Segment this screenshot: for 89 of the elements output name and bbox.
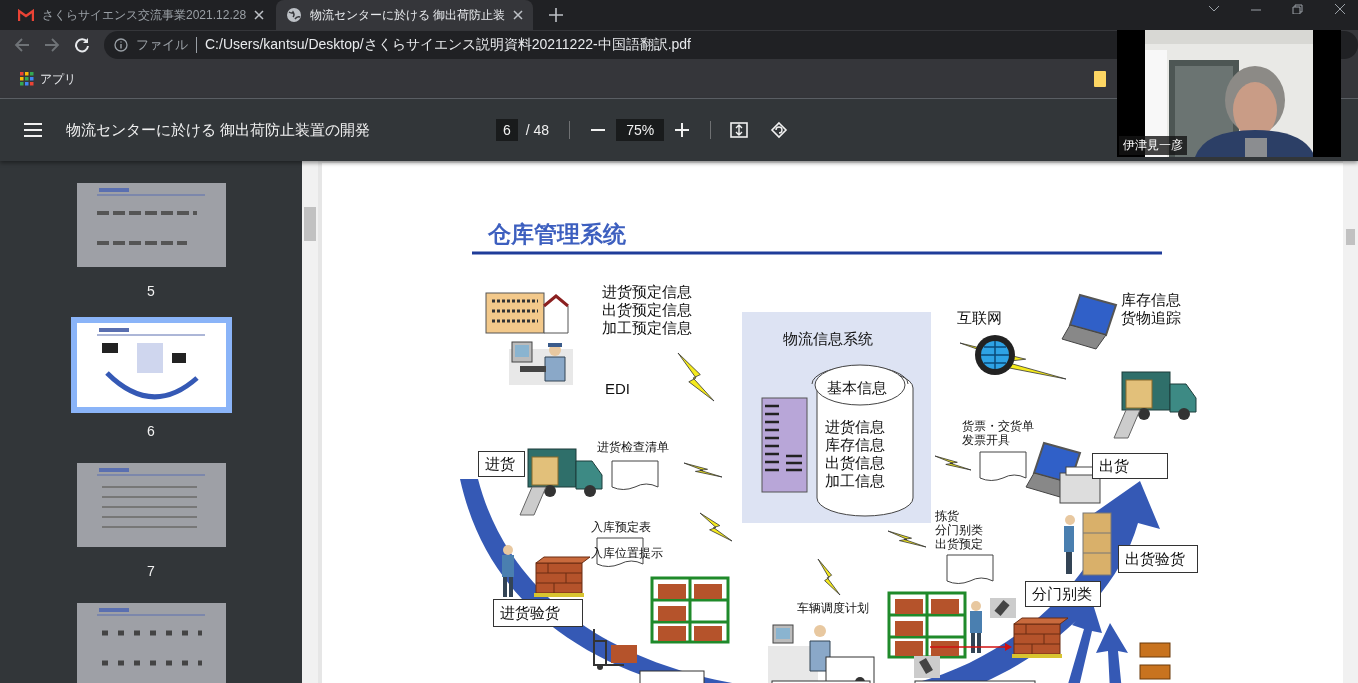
building-icon (485, 292, 569, 334)
server-icon (761, 397, 808, 493)
diagram-label: 进货信息 (825, 418, 885, 436)
diagram-label: 分门别类 (935, 523, 983, 537)
diagram-label: 车辆调度计划 (797, 601, 869, 615)
worker-icon (970, 601, 982, 653)
diagram-label: 库存信息 (1121, 291, 1181, 309)
up-arrow (1096, 623, 1128, 683)
document-icon (611, 460, 659, 490)
scanner-photo-icon (914, 656, 940, 678)
diagram-label: 加工预定信息 (602, 319, 692, 337)
globe-icon (286, 7, 303, 23)
page-label: 6 (147, 423, 155, 439)
tab-title: 物流センターに於ける 御出荷防止装 (310, 6, 506, 24)
forward-icon[interactable] (44, 37, 60, 53)
page-number-field[interactable]: 6 (496, 119, 518, 141)
reload-icon[interactable] (74, 37, 90, 53)
browser-tab[interactable]: 物流センターに於ける 御出荷防止装 (276, 0, 534, 30)
boxes-icon (1139, 642, 1171, 680)
pointer-arrow-icon (929, 643, 1012, 651)
zoom-field[interactable]: 75% (616, 119, 665, 141)
mail-icon (18, 9, 34, 21)
page-thumbnail[interactable] (76, 183, 226, 267)
diagram-label-box: 进货验货 (493, 599, 583, 627)
diagram-label: 进货预定信息 (602, 283, 692, 301)
diagram-label: 基本信息 (827, 379, 887, 397)
printer-icon (1059, 466, 1101, 504)
diagram-label: EDI (605, 380, 630, 398)
scrollbar-thumb[interactable] (1346, 229, 1355, 245)
diagram-label: 物流信息系统 (783, 330, 873, 348)
diagram-label: 入库预定表 (591, 520, 651, 534)
page-thumbnail[interactable] (76, 323, 226, 407)
globe-icon (975, 335, 1015, 375)
diagram-label: 互联网 (957, 309, 1002, 327)
apps-bookmark[interactable]: アプリ (20, 70, 76, 88)
back-icon[interactable] (14, 37, 30, 53)
diagram-label-box: 分门别类 (1025, 581, 1101, 607)
chevron-down-icon[interactable] (1208, 4, 1220, 14)
lightning-icon (677, 352, 715, 402)
worker-icon (502, 545, 514, 597)
thumbnail-frame[interactable] (70, 317, 232, 413)
new-tab-icon[interactable] (549, 8, 564, 22)
diagram-label: 库存信息 (825, 436, 885, 454)
truck-icon (1113, 371, 1197, 439)
tab-title: さくらサイエンス交流事業2021.12.28 (42, 6, 247, 24)
document-title: 物流センターに於ける 御出荷防止装置の開発 (66, 120, 372, 140)
diagram-label: 发票开具 (962, 433, 1010, 447)
diagram-label-box: 进货 (478, 451, 525, 477)
close-icon[interactable] (1334, 4, 1346, 14)
diagram-label: 货票・交货单 (962, 419, 1034, 433)
page-label: 5 (147, 283, 155, 299)
page-count: / 48 (525, 122, 550, 138)
diagram-label: 出货预定信息 (602, 301, 692, 319)
restore-icon[interactable] (1292, 4, 1304, 14)
diagram-label: 出货信息 (825, 454, 885, 472)
diagram-label: 入库位置提示 (591, 546, 663, 560)
close-icon[interactable] (254, 10, 265, 20)
url-text: C:/Users/kantsu/Desktop/さくらサイエンス説明資料20211222-中国語翻訳.pdf (205, 36, 691, 54)
laptop-icon (1061, 293, 1118, 350)
close-icon[interactable] (513, 10, 524, 20)
diagram-label-box: 出货验货 (1118, 545, 1198, 573)
scheme-label: ファイル (136, 36, 188, 54)
lightning-icon (934, 455, 972, 471)
page-thumbnail[interactable] (76, 463, 226, 547)
participant-name: 伊津見一彦 (1119, 136, 1187, 155)
document-icon (946, 554, 994, 584)
diagram-label: 货物追踪 (1121, 309, 1181, 327)
diagram-label: 进货检查清单 (597, 440, 669, 454)
apps-grid-icon (20, 72, 34, 86)
page-label: 7 (147, 563, 155, 579)
diagram-label: 出货预定 (935, 537, 983, 551)
pallet-icon (534, 556, 591, 597)
pallet-icon (1012, 617, 1069, 658)
diagram-label: 拣货 (935, 509, 959, 523)
lightning-icon (817, 558, 841, 596)
info-icon[interactable] (114, 38, 128, 52)
document-icon (979, 451, 1027, 481)
slide-title: 仓库管理系统 (488, 220, 626, 249)
menu-icon[interactable] (24, 123, 42, 137)
cart-worker-icon (1064, 512, 1112, 576)
lightning-icon (699, 512, 733, 542)
diagram-label-box: 出货 (1092, 453, 1168, 479)
lightning-icon (887, 530, 927, 548)
browser-tab[interactable]: さくらサイエンス交流事業2021.12.28 (8, 0, 275, 30)
diagram-label: 加工信息 (825, 472, 885, 490)
forklift-icon (593, 628, 637, 670)
scanner-photo-icon (990, 598, 1016, 618)
scrollbar-thumb[interactable] (304, 207, 316, 241)
worker-computer-icon (509, 341, 573, 385)
